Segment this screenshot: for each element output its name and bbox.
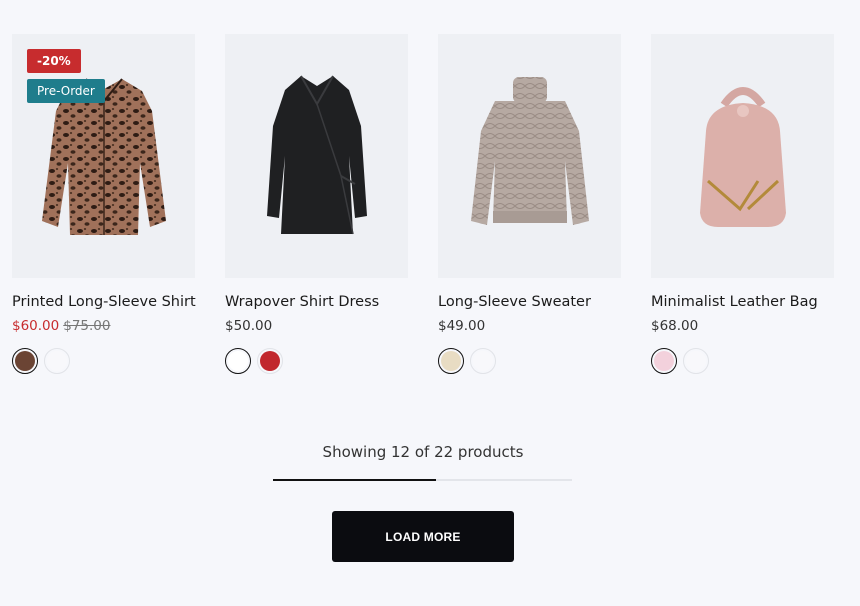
swatch-brown[interactable] bbox=[12, 348, 38, 374]
swatch-pink[interactable] bbox=[651, 348, 677, 374]
swatch-beige[interactable] bbox=[438, 348, 464, 374]
swatch-color bbox=[686, 351, 706, 371]
swatch-red[interactable] bbox=[257, 348, 283, 374]
pagination-status: Showing 12 of 22 products bbox=[322, 443, 524, 461]
color-swatches bbox=[225, 348, 408, 374]
product-image-sweater[interactable] bbox=[438, 34, 621, 278]
product-title[interactable]: Printed Long-Sleeve Shirt bbox=[12, 294, 196, 310]
product-prices: $49.00 bbox=[438, 318, 621, 334]
product-image-shirt[interactable]: -20% Pre-Order bbox=[12, 34, 195, 278]
swatch-color bbox=[260, 351, 280, 371]
price: $50.00 bbox=[225, 318, 273, 334]
product-title[interactable]: Minimalist Leather Bag bbox=[651, 294, 834, 310]
swatch-color bbox=[441, 351, 461, 371]
swatch-white[interactable] bbox=[470, 348, 496, 374]
original-price: $75.00 bbox=[63, 318, 111, 334]
swatch-color bbox=[473, 351, 493, 371]
discount-badge: -20% bbox=[27, 49, 81, 73]
product-prices: $50.00 bbox=[225, 318, 408, 334]
swatch-color bbox=[15, 351, 35, 371]
swatch-color bbox=[47, 351, 67, 371]
product-title[interactable]: Wrapover Shirt Dress bbox=[225, 294, 408, 310]
black-dress-image bbox=[266, 75, 367, 235]
load-more-button[interactable]: LOAD MORE bbox=[332, 511, 514, 562]
product-card: Wrapover Shirt Dress $50.00 bbox=[225, 34, 408, 374]
pagination-progress-track bbox=[273, 479, 572, 481]
swatch-white[interactable] bbox=[225, 348, 251, 374]
price: $68.00 bbox=[651, 318, 699, 334]
product-title[interactable]: Long-Sleeve Sweater bbox=[438, 294, 621, 310]
color-swatches bbox=[651, 348, 834, 374]
product-image-dress[interactable] bbox=[225, 34, 408, 278]
sale-price: $60.00 bbox=[12, 318, 60, 334]
product-image-bag[interactable] bbox=[651, 34, 834, 278]
product-card: Long-Sleeve Sweater $49.00 bbox=[438, 34, 621, 374]
pagination-progress-fill bbox=[273, 479, 437, 481]
product-card: -20% Pre-Order Printed Long-Sleeve Shirt… bbox=[12, 34, 196, 374]
knit-sweater-image bbox=[470, 77, 589, 225]
swatch-color bbox=[654, 351, 674, 371]
color-swatches bbox=[12, 348, 195, 374]
price: $49.00 bbox=[438, 318, 486, 334]
product-prices: $68.00 bbox=[651, 318, 834, 334]
color-swatches bbox=[438, 348, 621, 374]
pink-backpack-image bbox=[699, 87, 786, 227]
swatch-color bbox=[228, 351, 248, 371]
preorder-badge: Pre-Order bbox=[27, 79, 105, 103]
swatch-white[interactable] bbox=[44, 348, 70, 374]
product-prices: $60.00 $75.00 bbox=[12, 318, 195, 334]
product-card: Minimalist Leather Bag $68.00 bbox=[651, 34, 834, 374]
swatch-white[interactable] bbox=[683, 348, 709, 374]
